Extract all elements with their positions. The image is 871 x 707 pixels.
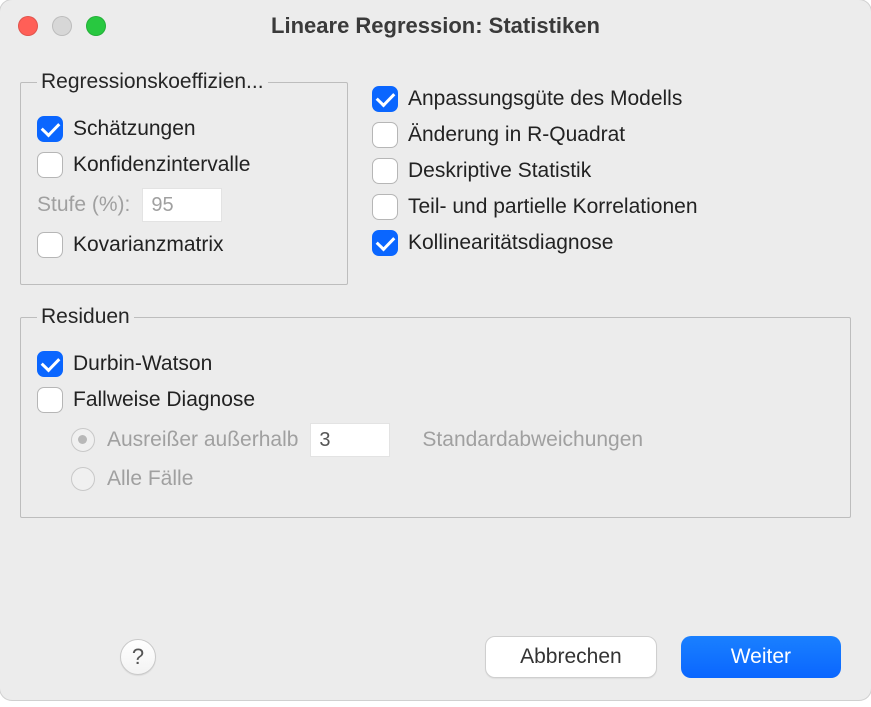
zoom-icon[interactable] xyxy=(86,16,106,36)
descriptives-checkbox[interactable] xyxy=(372,158,398,184)
casewise-checkbox[interactable] xyxy=(37,387,63,413)
descriptives-label: Deskriptive Statistik xyxy=(408,159,591,183)
partcorr-row[interactable]: Teil- und partielle Korrelationen xyxy=(372,194,851,220)
residuals-group: Residuen Durbin-Watson Fallweise Diagnos… xyxy=(20,305,851,518)
dialog-footer: ? Abbrechen Weiter xyxy=(0,618,871,700)
dialog-window: Lineare Regression: Statistiken Regressi… xyxy=(0,0,871,700)
collinearity-row[interactable]: Kollinearitätsdiagnose xyxy=(372,230,851,256)
partcorr-checkbox[interactable] xyxy=(372,194,398,220)
estimates-label: Schätzungen xyxy=(73,117,196,141)
outliers-input[interactable] xyxy=(310,423,390,457)
partcorr-label: Teil- und partielle Korrelationen xyxy=(408,195,698,219)
covmat-checkbox[interactable] xyxy=(37,232,63,258)
casewise-label: Fallweise Diagnose xyxy=(73,388,255,412)
descriptives-row[interactable]: Deskriptive Statistik xyxy=(372,158,851,184)
stddev-label: Standardabweichungen xyxy=(422,428,643,452)
modelfit-label: Anpassungsgüte des Modells xyxy=(408,87,682,111)
continue-button[interactable]: Weiter xyxy=(681,636,841,678)
durbin-checkbox[interactable] xyxy=(37,351,63,377)
titlebar: Lineare Regression: Statistiken xyxy=(0,0,871,52)
durbin-label: Durbin-Watson xyxy=(73,352,212,376)
allcases-radio xyxy=(71,467,95,491)
confint-label: Konfidenzintervalle xyxy=(73,153,250,177)
covmat-label: Kovarianzmatrix xyxy=(73,233,224,257)
modelfit-row[interactable]: Anpassungsgüte des Modells xyxy=(372,86,851,112)
collinearity-label: Kollinearitätsdiagnose xyxy=(408,231,613,255)
covmat-row[interactable]: Kovarianzmatrix xyxy=(37,232,331,258)
modelfit-checkbox[interactable] xyxy=(372,86,398,112)
close-icon[interactable] xyxy=(18,16,38,36)
outliers-row: Ausreißer außerhalb Standardabweichungen xyxy=(71,423,834,457)
help-button[interactable]: ? xyxy=(120,639,156,675)
confint-checkbox[interactable] xyxy=(37,152,63,178)
residuals-legend: Residuen xyxy=(37,305,134,329)
r2change-row[interactable]: Änderung in R-Quadrat xyxy=(372,122,851,148)
minimize-icon xyxy=(52,16,72,36)
coefficients-group: Regressionskoeffizien... Schätzungen Kon… xyxy=(20,70,348,285)
r2change-label: Änderung in R-Quadrat xyxy=(408,123,625,147)
allcases-label: Alle Fälle xyxy=(107,467,193,491)
window-controls xyxy=(18,16,106,36)
allcases-row: Alle Fälle xyxy=(71,467,834,491)
r2change-checkbox[interactable] xyxy=(372,122,398,148)
confidence-level-input[interactable] xyxy=(142,188,222,222)
cancel-button[interactable]: Abbrechen xyxy=(485,636,657,678)
confint-row[interactable]: Konfidenzintervalle xyxy=(37,152,331,178)
collinearity-checkbox[interactable] xyxy=(372,230,398,256)
casewise-row[interactable]: Fallweise Diagnose xyxy=(37,387,834,413)
estimates-row[interactable]: Schätzungen xyxy=(37,116,331,142)
outliers-radio xyxy=(71,428,95,452)
confidence-level-row: Stufe (%): xyxy=(37,188,331,222)
coefficients-legend: Regressionskoeffizien... xyxy=(37,70,268,94)
model-stats-group: Anpassungsgüte des Modells Änderung in R… xyxy=(372,70,851,266)
window-title: Lineare Regression: Statistiken xyxy=(271,13,600,39)
outliers-label: Ausreißer außerhalb xyxy=(107,428,298,452)
estimates-checkbox[interactable] xyxy=(37,116,63,142)
durbin-row[interactable]: Durbin-Watson xyxy=(37,351,834,377)
confidence-level-label: Stufe (%): xyxy=(37,193,130,217)
